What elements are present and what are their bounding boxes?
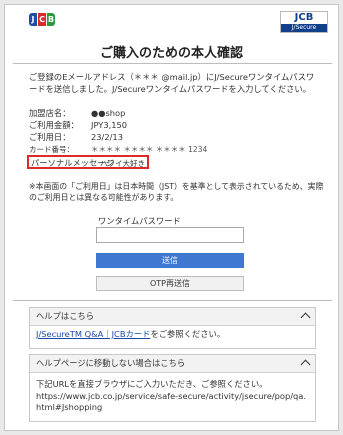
personal-message-value: ハワイ大好き <box>100 159 145 168</box>
jcb-logo: J C B <box>29 13 55 26</box>
date-note: ※本画面の「ご利用日」は日本時間（JST）を基準として表示されているため、実際の… <box>29 182 324 202</box>
info-value: 23/2/13 <box>91 132 123 142</box>
help-fallback-url[interactable]: https://www.jcb.co.jp/service/safe-secur… <box>36 391 309 414</box>
help-suffix: をご参照ください。 <box>150 329 226 339</box>
info-value: ＊＊＊＊ ＊＊＊＊ ＊＊＊＊ 1234 <box>91 145 208 154</box>
info-label: ご利用日： <box>29 132 71 142</box>
section-divider <box>13 300 332 301</box>
help-fallback-toggle[interactable]: ヘルプページに移動しない場合はこちら <box>30 355 315 373</box>
info-row-merchant: 加盟店名： ●●shop <box>29 108 125 119</box>
auth-window: J C B JCB J/Secure ご購入のための本人確認 ご登録のEメールア… <box>4 4 339 431</box>
info-value: ●●shop <box>91 108 126 118</box>
info-label: カード番号： <box>29 145 74 154</box>
info-label: ご利用金額： <box>29 120 79 130</box>
help-faq-link[interactable]: J/SecureTM Q&A｜JCBカード <box>36 329 150 339</box>
jcb-logo-j: J <box>29 13 37 26</box>
help-section: ヘルプはこちら J/SecureTM Q&A｜JCBカードをご参照ください。 <box>29 307 316 349</box>
jsecure-logo-top: JCB <box>294 12 314 23</box>
jsecure-logo: JCB J/Secure <box>280 11 328 33</box>
info-row-card: カード番号： ＊＊＊＊ ＊＊＊＊ ＊＊＊＊ 1234 <box>29 144 207 155</box>
help-body: J/SecureTM Q&A｜JCBカードをご参照ください。 <box>30 326 315 344</box>
info-label: 加盟店名： <box>29 108 71 118</box>
title-divider <box>13 63 332 64</box>
otp-input[interactable] <box>96 227 244 243</box>
info-value: JPY3,150 <box>91 120 128 130</box>
help-fallback-text: 下記URLを直接ブラウザにご入力いただき、ご参照ください。 <box>36 379 268 389</box>
info-row-date: ご利用日： 23/2/13 <box>29 132 123 143</box>
jsecure-logo-bottom: J/Secure <box>281 24 327 32</box>
help-title: ヘルプはこちら <box>36 311 95 321</box>
info-row-amount: ご利用金額： JPY3,150 <box>29 120 127 131</box>
otp-label: ワンタイムパスワード <box>98 216 181 226</box>
chevron-up-icon <box>300 312 311 323</box>
intro-text: ご登録のEメールアドレス（＊＊＊ @mail.jp）にJ/Secureワンタイム… <box>29 72 315 94</box>
jcb-logo-b: B <box>47 13 55 26</box>
page-title: ご購入のための本人確認 <box>99 46 243 61</box>
resend-otp-button[interactable]: OTP再送信 <box>96 276 244 291</box>
help-fallback-section: ヘルプページに移動しない場合はこちら 下記URLを直接ブラウザにご入力いただき、… <box>29 354 316 422</box>
help-toggle[interactable]: ヘルプはこちら <box>30 308 315 326</box>
send-button[interactable]: 送信 <box>96 253 244 268</box>
chevron-up-icon <box>300 359 311 370</box>
jcb-logo-c: C <box>38 13 46 26</box>
header: J C B JCB J/Secure <box>5 5 338 37</box>
help-fallback-body: 下記URLを直接ブラウザにご入力いただき、ご参照ください。 https://ww… <box>30 373 315 417</box>
help-fallback-title: ヘルプページに移動しない場合はこちら <box>36 358 186 368</box>
